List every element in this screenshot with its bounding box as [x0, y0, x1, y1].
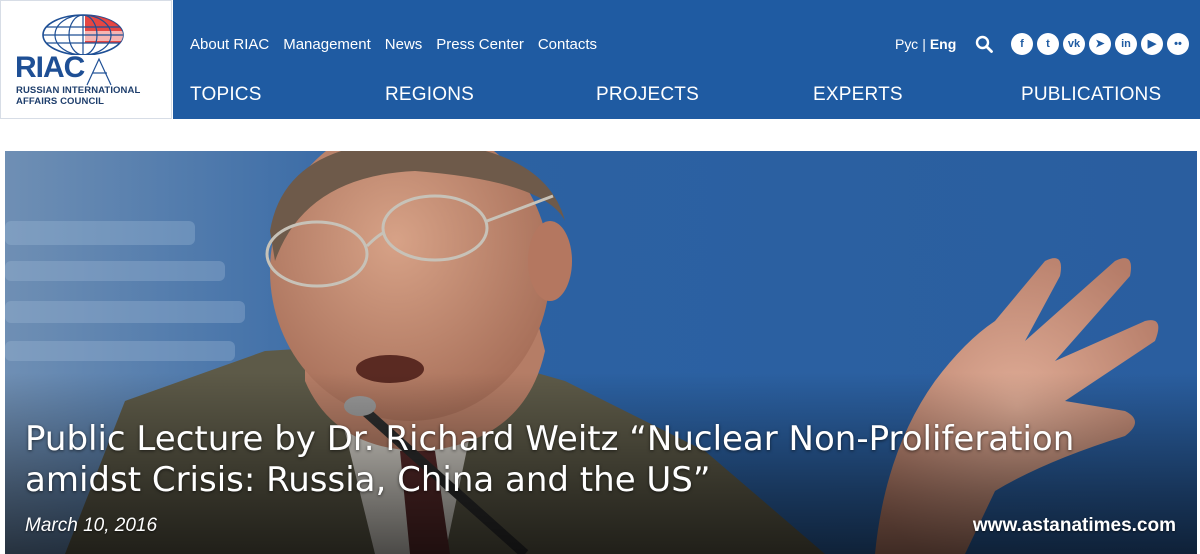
- nav-contacts[interactable]: Contacts: [538, 36, 597, 53]
- nav-topics[interactable]: TOPICS: [190, 84, 262, 106]
- telegram-icon[interactable]: ➤: [1089, 33, 1111, 55]
- nav-about-riac[interactable]: About RIAC: [190, 36, 269, 53]
- lang-separator: |: [922, 36, 926, 52]
- twitter-icon[interactable]: t: [1037, 33, 1059, 55]
- logo-flourish-icon: [86, 57, 112, 86]
- social-links: f t vk ➤ in ▶ ••: [1011, 33, 1189, 55]
- article-title[interactable]: Public Lecture by Dr. Richard Weitz “Nuc…: [25, 419, 1125, 501]
- nav-news[interactable]: News: [385, 36, 423, 53]
- header-navbar: About RIAC Management News Press Center …: [173, 0, 1200, 119]
- globe-logo-icon: [42, 14, 124, 55]
- lang-en-link[interactable]: Eng: [930, 36, 956, 52]
- photo-source: www.astanatimes.com: [972, 515, 1176, 536]
- facebook-icon[interactable]: f: [1011, 33, 1033, 55]
- language-switcher: Рус | Eng: [895, 34, 956, 54]
- logo-line-2: Affairs Council: [16, 96, 105, 107]
- linkedin-icon[interactable]: in: [1115, 33, 1137, 55]
- lang-ru-link[interactable]: Рус: [895, 36, 918, 52]
- site-header: RIAC Russian International Affairs Counc…: [0, 0, 1200, 119]
- nav-press-center[interactable]: Press Center: [436, 36, 524, 53]
- article-date: March 10, 2016: [25, 515, 158, 536]
- hero-banner[interactable]: Public Lecture by Dr. Richard Weitz “Nuc…: [5, 151, 1197, 554]
- main-navigation: TOPICS REGIONS PROJECTS EXPERTS PUBLICAT…: [190, 84, 1180, 108]
- search-icon[interactable]: [975, 35, 993, 53]
- nav-management[interactable]: Management: [283, 36, 371, 53]
- nav-experts[interactable]: EXPERTS: [813, 84, 903, 106]
- nav-projects[interactable]: PROJECTS: [596, 84, 699, 106]
- logo-fullname: Russian International Affairs Council: [16, 85, 166, 107]
- nav-publications[interactable]: PUBLICATIONS: [1021, 84, 1161, 106]
- top-navigation: About RIAC Management News Press Center …: [190, 34, 597, 54]
- vk-icon[interactable]: vk: [1063, 33, 1085, 55]
- youtube-icon[interactable]: ▶: [1141, 33, 1163, 55]
- riac-logo[interactable]: RIAC Russian International Affairs Counc…: [0, 0, 172, 119]
- nav-regions[interactable]: REGIONS: [385, 84, 474, 106]
- logo-acronym: RIAC: [15, 51, 85, 84]
- logo-line-1: Russian International: [16, 85, 141, 96]
- flickr-icon[interactable]: ••: [1167, 33, 1189, 55]
